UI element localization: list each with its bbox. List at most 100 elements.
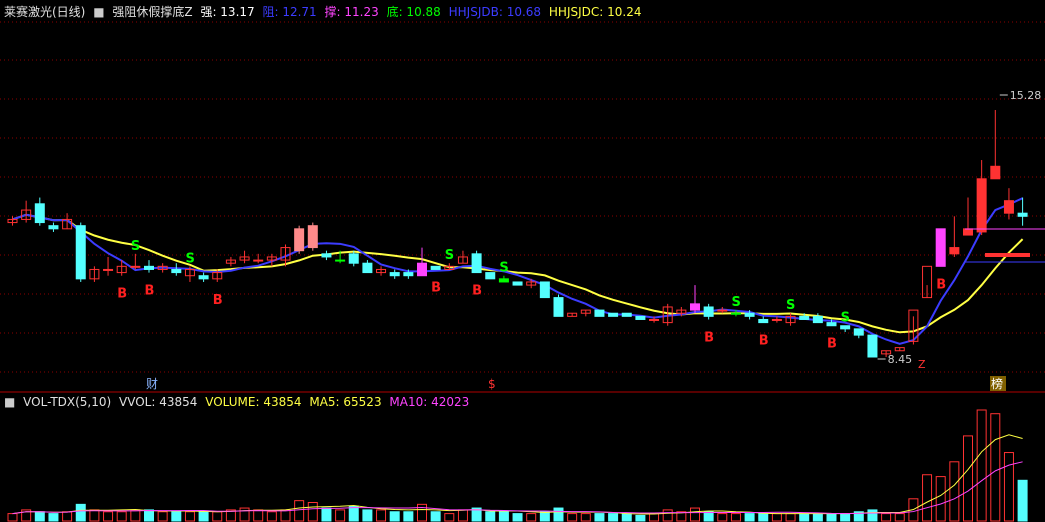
candle[interactable] — [908, 309, 919, 345]
candle-body — [403, 272, 414, 277]
sell-signal: S — [131, 239, 140, 254]
candle[interactable] — [949, 216, 960, 257]
candle[interactable] — [376, 266, 387, 276]
candle[interactable] — [1017, 197, 1028, 226]
volume-bar — [758, 513, 769, 522]
candle-body — [362, 262, 373, 274]
candle[interactable] — [812, 313, 823, 324]
sell-signal: S — [731, 295, 740, 310]
sell-signal: S — [445, 248, 454, 263]
candle[interactable] — [758, 316, 769, 324]
candle[interactable] — [635, 315, 646, 320]
candle[interactable] — [580, 309, 591, 317]
candle[interactable] — [48, 222, 59, 232]
candle[interactable] — [307, 222, 318, 251]
candle-body — [853, 328, 864, 336]
candle[interactable] — [239, 250, 250, 264]
indicator-name[interactable]: 强阻休假撑底Z — [112, 5, 192, 19]
candle-body — [553, 297, 564, 317]
candle[interactable] — [75, 222, 86, 282]
volume-bar — [799, 513, 810, 522]
candle-body — [1017, 212, 1028, 217]
candle[interactable] — [225, 256, 236, 267]
candle[interactable] — [485, 272, 496, 280]
candle-body — [867, 334, 878, 358]
candle[interactable] — [703, 303, 714, 320]
candlestick-chart[interactable]: B BBB BB B BBSS SSS SS15.288.45财 $ 榜Z — [0, 0, 1045, 394]
volume-bar — [266, 511, 277, 522]
candle[interactable] — [294, 225, 305, 254]
volume-bar — [498, 511, 509, 522]
candle[interactable] — [840, 325, 851, 332]
candle-body — [430, 265, 441, 270]
candle[interactable] — [990, 110, 1001, 180]
candle-body — [1003, 200, 1014, 214]
candle[interactable] — [103, 256, 114, 276]
volume-bar — [444, 513, 455, 522]
candle[interactable] — [717, 306, 728, 314]
candle[interactable] — [21, 200, 32, 223]
candle[interactable] — [976, 160, 987, 236]
candle[interactable] — [922, 265, 933, 299]
candle[interactable] — [853, 328, 864, 339]
candle[interactable] — [253, 253, 264, 264]
volume-bar — [703, 511, 714, 522]
candle-body — [75, 225, 86, 280]
volume-chart[interactable] — [0, 394, 1045, 522]
candle[interactable] — [266, 253, 277, 267]
candle[interactable] — [567, 312, 578, 317]
candle[interactable] — [894, 347, 905, 352]
candle[interactable] — [362, 260, 373, 274]
candle[interactable] — [512, 281, 523, 286]
candle[interactable] — [34, 197, 45, 226]
sell-signal: S — [841, 311, 850, 326]
candle[interactable] — [198, 272, 209, 282]
ma-yellow-line — [12, 213, 1024, 334]
candle-body — [48, 225, 59, 230]
candle[interactable] — [785, 313, 796, 326]
candle-body — [307, 225, 318, 249]
buy-signal: B — [145, 284, 155, 299]
candle-body — [703, 306, 714, 317]
candle[interactable] — [130, 253, 141, 270]
candle[interactable] — [171, 263, 182, 276]
candle[interactable] — [348, 250, 359, 267]
candle-body — [717, 309, 728, 312]
candle[interactable] — [144, 260, 154, 273]
candle[interactable] — [867, 334, 878, 358]
candle[interactable] — [608, 312, 619, 317]
collapse-icon[interactable]: ■ — [93, 5, 104, 19]
candle[interactable] — [1003, 188, 1014, 220]
candle[interactable] — [321, 250, 332, 261]
volume-indicator-name[interactable]: VOL-TDX(5,10) — [23, 395, 111, 409]
candle[interactable] — [594, 309, 605, 317]
candle[interactable] — [621, 312, 632, 317]
candle[interactable] — [935, 228, 946, 267]
ma10-value: MA10: 42023 — [389, 395, 470, 409]
candle-body — [990, 165, 1001, 180]
chart-title: 莱赛激光(日线) — [4, 5, 86, 19]
candle[interactable] — [89, 266, 100, 282]
candle[interactable] — [471, 250, 482, 274]
volume-bar — [157, 511, 168, 522]
collapse-icon[interactable]: ■ — [4, 395, 15, 409]
vol-ma10-line — [12, 461, 1023, 515]
candle[interactable] — [389, 269, 400, 279]
candle[interactable] — [690, 285, 700, 314]
candle[interactable] — [457, 250, 468, 264]
candle-body — [144, 265, 154, 270]
candle[interactable] — [417, 247, 427, 277]
volume-panel[interactable]: ■ VOL-TDX(5,10) VVOL: 43854 VOLUME: 4385… — [0, 394, 1045, 522]
volume-bar — [430, 511, 441, 522]
candle[interactable] — [430, 265, 441, 270]
volume-bar — [553, 507, 564, 522]
volume-bar — [34, 511, 45, 522]
buy-signal: B — [936, 277, 946, 292]
volume-bar — [362, 509, 373, 522]
candle[interactable] — [539, 281, 550, 299]
candle[interactable] — [498, 275, 509, 283]
candle-body — [335, 259, 346, 262]
volume-bar — [75, 503, 86, 522]
price-panel[interactable]: B B B B B B B B B S S S S S S S 15.28 8.45 财 $ 榜 Z 莱赛激光(日线) ■… — [0, 0, 1045, 394]
candle[interactable] — [553, 294, 564, 317]
